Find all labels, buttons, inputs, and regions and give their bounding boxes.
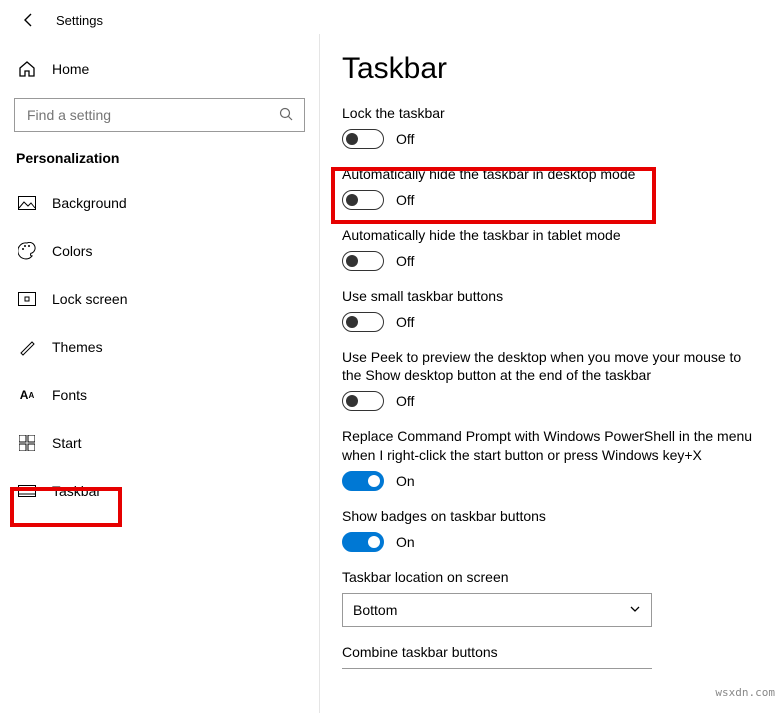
lock-screen-icon	[18, 290, 36, 308]
sidebar-item-fonts[interactable]: AA Fonts	[14, 376, 305, 414]
setting-label-peek: Use Peek to preview the desktop when you…	[342, 348, 763, 386]
start-icon	[18, 434, 36, 452]
picture-icon	[18, 194, 36, 212]
category-title: Personalization	[14, 150, 305, 166]
dropdown-value: Bottom	[353, 602, 397, 618]
taskbar-icon	[18, 482, 36, 500]
toggle-small-buttons[interactable]	[342, 312, 384, 332]
setting-label-badges: Show badges on taskbar buttons	[342, 507, 763, 526]
setting-label-combine: Combine taskbar buttons	[342, 643, 763, 662]
setting-label-autohide-tablet: Automatically hide the taskbar in tablet…	[342, 226, 763, 245]
toggle-state: Off	[396, 131, 414, 147]
setting-label-lock: Lock the taskbar	[342, 104, 763, 123]
back-button[interactable]	[18, 9, 40, 31]
fonts-icon: AA	[18, 386, 36, 404]
sidebar-item-label: Taskbar	[52, 483, 101, 499]
sidebar-item-label: Background	[52, 195, 127, 211]
toggle-state: On	[396, 473, 415, 489]
toggle-peek[interactable]	[342, 391, 384, 411]
toggle-state: Off	[396, 314, 414, 330]
sidebar-item-start[interactable]: Start	[14, 424, 305, 462]
toggle-autohide-tablet[interactable]	[342, 251, 384, 271]
search-input[interactable]	[25, 106, 278, 124]
brush-icon	[18, 338, 36, 356]
sidebar-item-label: Start	[52, 435, 82, 451]
setting-label-powershell: Replace Command Prompt with Windows Powe…	[342, 427, 763, 465]
sidebar-item-taskbar[interactable]: Taskbar	[14, 472, 305, 510]
toggle-autohide-desktop[interactable]	[342, 190, 384, 210]
sidebar-item-colors[interactable]: Colors	[14, 232, 305, 270]
dropdown-taskbar-location[interactable]: Bottom	[342, 593, 652, 627]
toggle-state: Off	[396, 253, 414, 269]
chevron-down-icon	[629, 602, 641, 618]
page-title: Taskbar	[342, 52, 763, 86]
toggle-lock-taskbar[interactable]	[342, 129, 384, 149]
palette-icon	[18, 242, 36, 260]
toggle-badges[interactable]	[342, 532, 384, 552]
home-icon	[18, 60, 36, 78]
sidebar-item-themes[interactable]: Themes	[14, 328, 305, 366]
search-icon	[278, 106, 294, 125]
sidebar-item-label: Fonts	[52, 387, 87, 403]
sidebar-item-lock-screen[interactable]: Lock screen	[14, 280, 305, 318]
setting-label-small-buttons: Use small taskbar buttons	[342, 287, 763, 306]
toggle-state: Off	[396, 393, 414, 409]
window-title: Settings	[56, 13, 103, 28]
setting-label-location: Taskbar location on screen	[342, 568, 763, 587]
toggle-state: Off	[396, 192, 414, 208]
sidebar-item-label: Colors	[52, 243, 92, 259]
toggle-state: On	[396, 534, 415, 550]
toggle-powershell[interactable]	[342, 471, 384, 491]
sidebar-item-background[interactable]: Background	[14, 184, 305, 222]
search-input-container[interactable]	[14, 98, 305, 132]
sidebar-item-label: Themes	[52, 339, 103, 355]
watermark: wsxdn.com	[715, 686, 775, 699]
sidebar-item-label: Lock screen	[52, 291, 127, 307]
setting-label-autohide-desktop: Automatically hide the taskbar in deskto…	[342, 165, 763, 184]
nav-home[interactable]: Home	[14, 54, 305, 84]
nav-home-label: Home	[52, 61, 89, 77]
